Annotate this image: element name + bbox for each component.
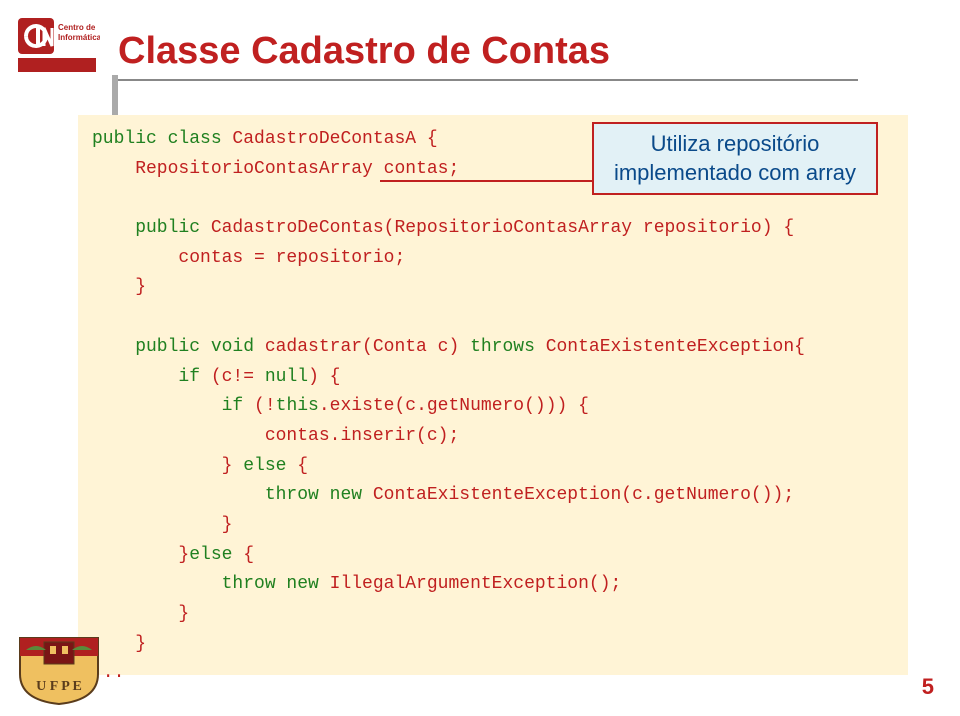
cin-logo-icon: Centro de Informática: [14, 12, 100, 76]
code-kw: if: [92, 367, 200, 387]
code-kw: this: [276, 396, 319, 416]
slide-title: Classe Cadastro de Contas: [118, 30, 858, 73]
annotation-callout: Utiliza repositório implementado com arr…: [592, 122, 878, 195]
annotation-line2: implementado com array: [606, 159, 864, 188]
annotation-pointer: [380, 180, 592, 182]
code-text: contas.inserir(c);: [92, 426, 459, 446]
code-kw: throws: [459, 337, 535, 357]
code-text: }: [92, 545, 189, 565]
code-text: ContaExistenteException(c.getNumero());: [362, 485, 794, 505]
code-text: RepositorioContasArray: [92, 159, 373, 179]
code-kw: throw new: [92, 485, 362, 505]
ufpe-shield-icon: U F P E: [14, 632, 104, 706]
svg-text:U F P E: U F P E: [36, 679, 82, 694]
code-text: }: [92, 515, 232, 535]
code-text: cadastrar(Conta c): [254, 337, 459, 357]
code-kw: else: [189, 545, 232, 565]
code-text: .existe(c.getNumero())) {: [319, 396, 589, 416]
code-text: }: [92, 277, 146, 297]
code-text: ContaExistenteException{: [535, 337, 805, 357]
title-underline: [118, 73, 858, 81]
ufpe-shield-logo: U F P E: [14, 632, 104, 706]
code-text: contas = repositorio;: [92, 248, 405, 268]
svg-text:Centro de: Centro de: [58, 23, 96, 32]
code-kw: class: [157, 129, 222, 149]
code-text: CadastroDeContasA {: [222, 129, 438, 149]
annotation-line1: Utiliza repositório: [606, 130, 864, 159]
code-text: (c!=: [200, 367, 254, 387]
code-kw: public void: [92, 337, 254, 357]
code-kw: public: [92, 129, 157, 149]
code-kw: throw new: [92, 574, 319, 594]
svg-text:Informática: Informática: [58, 33, 100, 42]
code-text: ) {: [308, 367, 340, 387]
code-block: public class CadastroDeContasA { Reposit…: [92, 125, 894, 689]
code-text: CadastroDeContas(RepositorioContasArray …: [200, 218, 794, 238]
page-number: 5: [922, 674, 934, 700]
cin-logo-top: Centro de Informática: [14, 12, 100, 76]
code-text: (!: [243, 396, 275, 416]
code-text: }: [92, 456, 232, 476]
code-kw: public: [92, 218, 200, 238]
code-text: }: [92, 604, 189, 624]
code-kw: else: [232, 456, 286, 476]
code-text: {: [286, 456, 308, 476]
code-text: IllegalArgumentException();: [319, 574, 621, 594]
code-kw: null: [254, 367, 308, 387]
code-text: {: [232, 545, 254, 565]
code-kw: if: [92, 396, 243, 416]
code-text: contas;: [373, 159, 459, 179]
title-block: Classe Cadastro de Contas: [118, 30, 858, 81]
code-box: public class CadastroDeContasA { Reposit…: [78, 115, 908, 675]
